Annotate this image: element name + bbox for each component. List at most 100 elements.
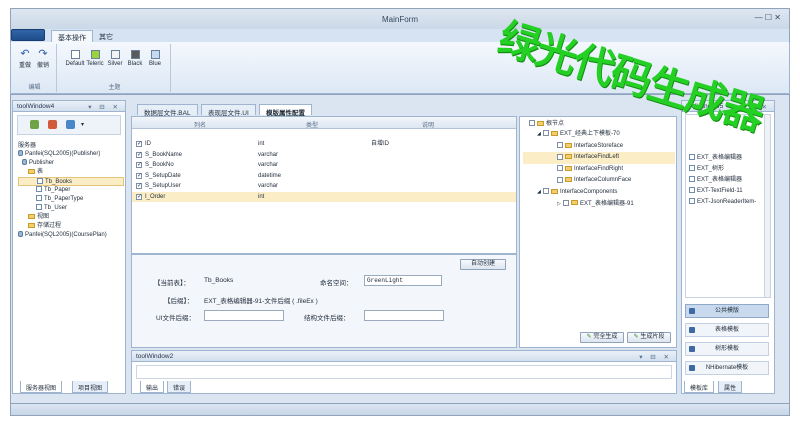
table-row[interactable]: ✓ I_Order int (132, 191, 516, 202)
template-tree-item[interactable]: ▷ EXT_表格编辑器-91 (523, 199, 675, 211)
template-checkbox[interactable] (557, 153, 563, 160)
left-panel-title: toolWindow4 (17, 103, 55, 110)
right-list-scrollbar[interactable] (764, 115, 770, 297)
template-category-card[interactable]: 表格模板 (685, 323, 769, 337)
template-tree-item[interactable]: InterfaceFindLeft (523, 152, 675, 164)
window-controls[interactable]: — ☐ ✕ (755, 13, 781, 22)
generate-part-label: 生成片段 (640, 334, 665, 340)
output-controls[interactable]: ▾ ⊟ ✕ (639, 353, 672, 361)
add-server-icon[interactable] (30, 120, 39, 129)
folder-icon (28, 222, 35, 228)
template-category-card[interactable]: 公共模版 (685, 304, 769, 318)
template-library-label: EXT-JsonReaderItem- (697, 199, 757, 205)
template-category-card[interactable]: 树形模板 (685, 342, 769, 356)
theme-label: Teleric (86, 61, 104, 67)
tab-other[interactable]: 其它 (93, 30, 119, 42)
tab-template-library[interactable]: 模板库 (684, 381, 715, 393)
redo-button[interactable]: ↷ 撤销 (35, 48, 51, 69)
tree-item[interactable]: Tb_User (18, 204, 124, 213)
tree-item-label: Tb_Paper (44, 187, 71, 193)
tree-item[interactable]: 表 (18, 168, 124, 177)
refresh-icon[interactable] (66, 120, 75, 129)
suffix-value: EXT_表格编辑器-91-文件后缀 ( .fileEx ) (204, 298, 318, 305)
column-name-cell: S_BookNo (145, 162, 174, 168)
tree-item[interactable]: 视图 (18, 213, 124, 222)
undo-button[interactable]: ↶ 重做 (17, 48, 33, 69)
template-category-card[interactable]: NHibernate模板 (685, 361, 769, 375)
tab-project-view[interactable]: 项目视图 (72, 381, 109, 393)
auto-create-button[interactable]: 自动创建 (460, 259, 506, 270)
template-checkbox[interactable] (563, 199, 569, 206)
tab-basic[interactable]: 基本操作 (51, 30, 93, 42)
tab-output[interactable]: 输出 (140, 381, 165, 393)
tab-server-view[interactable]: 服务器视图 (20, 381, 63, 393)
template-tree-item[interactable]: InterfaceStoreface (523, 141, 675, 153)
namespace-input[interactable]: GreenLight (364, 275, 442, 286)
generate-all-icon: ✎ (586, 334, 592, 340)
column-checkbox[interactable]: ✓ (136, 162, 142, 168)
template-tree-item[interactable]: InterfaceColumnFace (523, 175, 675, 187)
theme-black-button[interactable]: Black (125, 50, 145, 67)
theme-teleric-button[interactable]: Teleric (85, 50, 105, 67)
theme-default-button[interactable]: Default (65, 50, 85, 67)
root-checkbox[interactable] (529, 120, 535, 127)
generate-part-button[interactable]: ✎ 生成片段 (627, 332, 671, 343)
column-type-cell: varchar (258, 151, 279, 158)
template-tree-item[interactable]: InterfaceFindRight (523, 164, 675, 176)
column-type-cell: int (258, 141, 265, 147)
column-checkbox[interactable]: ✓ (136, 172, 142, 179)
tab-template-config[interactable]: 模版属性配置 (259, 104, 312, 117)
tree-item[interactable]: Panfei(SQL2005)(Publisher) (18, 150, 124, 159)
edit-group-label: 编辑 (28, 85, 41, 91)
folder-icon (28, 168, 35, 174)
column-checkbox[interactable]: ✓ (136, 193, 142, 200)
ui-suffix-input[interactable] (204, 310, 284, 321)
template-checkbox[interactable] (557, 165, 563, 172)
template-checkbox[interactable] (557, 176, 563, 183)
left-toolbar: ▾ (17, 115, 121, 135)
table-row[interactable]: ✓ S_BookNo varchar (132, 160, 516, 171)
tree-item[interactable]: Tb_Paper (18, 186, 124, 195)
tree-item[interactable]: Tb_Books (18, 177, 124, 186)
tab-errors[interactable]: 错误 (167, 381, 192, 393)
tree-item[interactable]: Publisher (18, 159, 124, 168)
column-checkbox[interactable]: ✓ (136, 183, 142, 189)
table-row[interactable]: ✓ S_SetupUser varchar (132, 181, 516, 192)
left-panel-controls[interactable]: ▾ ⊟ ✕ (88, 103, 121, 111)
toolbar-dropdown-icon[interactable]: ▾ (81, 121, 84, 128)
output-text-area[interactable] (136, 365, 672, 379)
tree-item-label: Publisher (29, 160, 55, 166)
tree-item[interactable]: Panfei(SQL2005)(CoursePlan) (18, 231, 124, 240)
template-checkbox[interactable] (543, 130, 549, 137)
remove-server-icon[interactable] (48, 120, 57, 129)
tab-properties[interactable]: 属性 (718, 381, 743, 393)
template-checkbox[interactable] (557, 142, 563, 149)
output-title: toolWindow2 (136, 353, 174, 360)
column-checkbox[interactable]: ✓ (136, 141, 142, 147)
template-library-item[interactable]: EXT-JsonReaderItem- (689, 197, 765, 208)
template-library-item[interactable]: EXT-TextField-11 (689, 186, 765, 197)
app-menu-button[interactable] (11, 29, 45, 41)
table-row[interactable]: ✓ ID int 自增ID (132, 139, 516, 150)
theme-silver-button[interactable]: Silver (105, 50, 125, 67)
tab-data-layer[interactable]: 数据层文件.BAL (137, 104, 198, 117)
template-root-label: 根节点 (546, 121, 565, 127)
struct-suffix-input[interactable] (364, 310, 444, 321)
table-row[interactable]: ✓ S_SetupDate datetime (132, 171, 516, 182)
tree-item[interactable]: Tb_PaperType (18, 195, 124, 204)
theme-swatch-icon (150, 50, 160, 59)
template-checkbox[interactable] (543, 188, 549, 195)
template-library-item[interactable]: EXT_表格编辑器 (689, 153, 765, 164)
template-library-item[interactable]: EXT_表格编辑器 (689, 175, 765, 186)
template-tree-item[interactable]: ◢ EXT_经典上下模板-70 (523, 129, 675, 141)
theme-blue-button[interactable]: Blue (145, 50, 165, 67)
tab-ui-layer[interactable]: 表现层文件.UI (201, 104, 256, 117)
tree-item[interactable]: 存储过程 (18, 222, 124, 231)
template-tree-root[interactable]: 根节点 (523, 120, 675, 129)
tree-item-label: Panfei(SQL2005)(Publisher) (25, 151, 101, 157)
template-tree-item[interactable]: ◢ InterfaceComponents (523, 187, 675, 199)
template-library-item[interactable]: EXT_树形 (689, 164, 765, 175)
generate-all-button[interactable]: ✎ 完全生成 (580, 332, 624, 343)
column-checkbox[interactable]: ✓ (136, 151, 142, 158)
table-row[interactable]: ✓ S_BookName varchar (132, 150, 516, 161)
